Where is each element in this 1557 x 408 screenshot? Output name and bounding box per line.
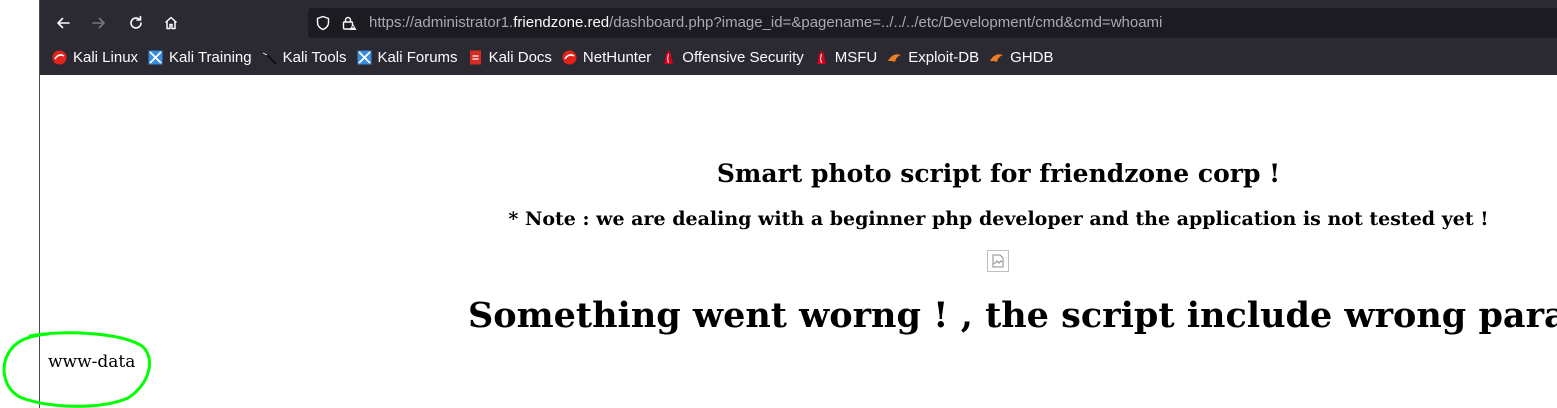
reload-button[interactable] (121, 8, 151, 38)
bookmark-kali-docs[interactable]: Kali Docs (468, 49, 552, 66)
bookmark-label: Offensive Security (682, 48, 804, 66)
error-message: Something went worng ! , the script incl… (468, 295, 1557, 336)
bookmark-label: Kali Forums (377, 48, 458, 66)
broken-image-icon (992, 254, 1004, 268)
navigation-toolbar: https://administrator1.friendzone.red/da… (40, 8, 1557, 38)
bookmark-kali-linux[interactable]: Kali Linux (52, 49, 138, 66)
bookmark-exploit-db[interactable]: Exploit-DB (887, 49, 979, 66)
bookmark-label: Exploit-DB (908, 48, 980, 66)
bookmark-kali-forums[interactable]: Kali Forums (357, 49, 458, 66)
green-circle-annotation (2, 331, 151, 408)
shield-icon[interactable] (315, 15, 331, 31)
page-heading: Smart photo script for friendzone corp ! (716, 159, 1281, 188)
broken-image (987, 250, 1009, 272)
back-button[interactable] (48, 8, 78, 38)
url-suffix: /dashboard.php?image_id=&pagename=../../… (609, 14, 1163, 31)
offsec-icon (664, 50, 674, 64)
home-icon (164, 16, 178, 30)
ghdb-icon (990, 53, 1004, 62)
developer-note: * Note : we are dealing with a beginner … (508, 208, 1489, 230)
home-button[interactable] (156, 8, 186, 38)
bookmark-offensive-security[interactable]: Offensive Security (661, 48, 804, 66)
kali-forums-icon (357, 50, 372, 64)
bookmark-label: Kali Docs (488, 48, 552, 66)
forward-button[interactable] (84, 8, 114, 38)
bookmark-label: Kali Linux (73, 48, 139, 66)
kali-docs-icon (469, 50, 481, 64)
url-bar[interactable]: https://administrator1.friendzone.red/da… (308, 8, 1557, 38)
bookmark-label: Kali Tools (282, 48, 347, 66)
bookmark-label: GHDB (1010, 48, 1054, 66)
bookmark-ghdb[interactable]: GHDB (989, 49, 1053, 66)
bookmark-label: Kali Training (169, 48, 252, 66)
lock-warning-icon[interactable] (341, 15, 357, 31)
bookmarks-toolbar: Kali Linux Kali Training Kali Tools Kali… (52, 46, 1063, 68)
url-domain: friendzone.red (513, 14, 610, 31)
bookmark-kali-tools[interactable]: Kali Tools (262, 49, 347, 66)
msfu-icon (816, 50, 826, 64)
exploitdb-icon (888, 53, 902, 62)
kali-tools-icon (262, 51, 277, 65)
url-prefix: https://administrator1. (369, 14, 514, 31)
nethunter-icon (562, 50, 577, 64)
kali-training-icon (148, 50, 163, 64)
page-content: Smart photo script for friendzone corp !… (40, 75, 1557, 408)
bookmark-kali-training[interactable]: Kali Training (148, 49, 252, 66)
reload-icon (130, 15, 142, 29)
bookmark-label: NetHunter (582, 48, 652, 66)
kali-icon (52, 50, 67, 64)
forward-arrow-icon (92, 17, 105, 29)
bookmark-nethunter[interactable]: NetHunter (562, 49, 651, 66)
bookmark-label: MSFU (834, 48, 878, 66)
browser-chrome: https://administrator1.friendzone.red/da… (40, 0, 1557, 75)
bookmark-msfu[interactable]: MSFU (814, 48, 878, 66)
back-arrow-icon (57, 17, 70, 29)
url-text[interactable]: https://administrator1.friendzone.red/da… (369, 8, 1162, 38)
